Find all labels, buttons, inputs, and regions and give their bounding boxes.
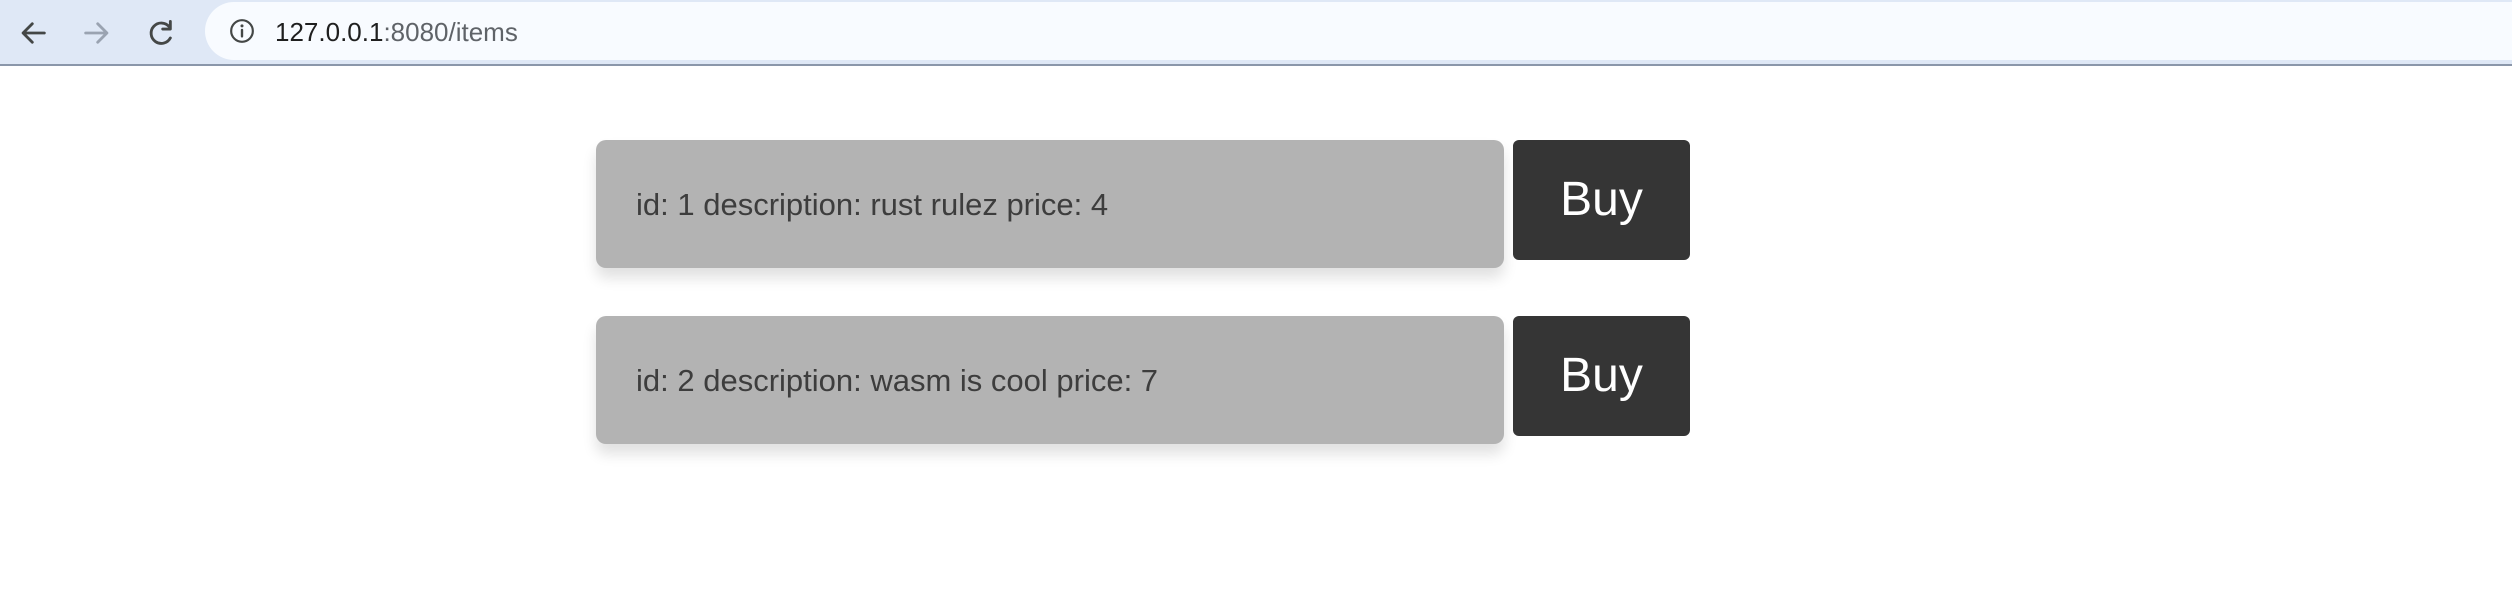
address-bar[interactable]: 127.0.0.1:8080/items	[205, 2, 2512, 60]
info-circle-icon[interactable]	[229, 18, 255, 44]
item-description: id: 1 description: rust rulez price: 4	[636, 187, 1109, 222]
item-card: id: 1 description: rust rulez price: 4	[596, 140, 1504, 268]
browser-toolbar: 127.0.0.1:8080/items	[0, 0, 2512, 66]
page-content: id: 1 description: rust rulez price: 4 B…	[0, 68, 2512, 606]
buy-button[interactable]: Buy	[1513, 316, 1690, 436]
forward-button[interactable]	[74, 10, 120, 56]
reload-icon	[149, 19, 172, 45]
url-path: :8080/items	[383, 17, 518, 47]
reload-button[interactable]	[138, 10, 184, 56]
url-text[interactable]: 127.0.0.1:8080/items	[275, 18, 518, 46]
item-description: id: 2 description: wasm is cool price: 7	[636, 363, 1159, 398]
url-host: 127.0.0.1	[275, 17, 384, 47]
item-card: id: 2 description: wasm is cool price: 7	[596, 316, 1504, 444]
arrow-right-icon	[84, 22, 109, 44]
arrow-left-icon	[21, 22, 46, 44]
back-button[interactable]	[10, 10, 56, 56]
buy-button[interactable]: Buy	[1513, 140, 1690, 260]
